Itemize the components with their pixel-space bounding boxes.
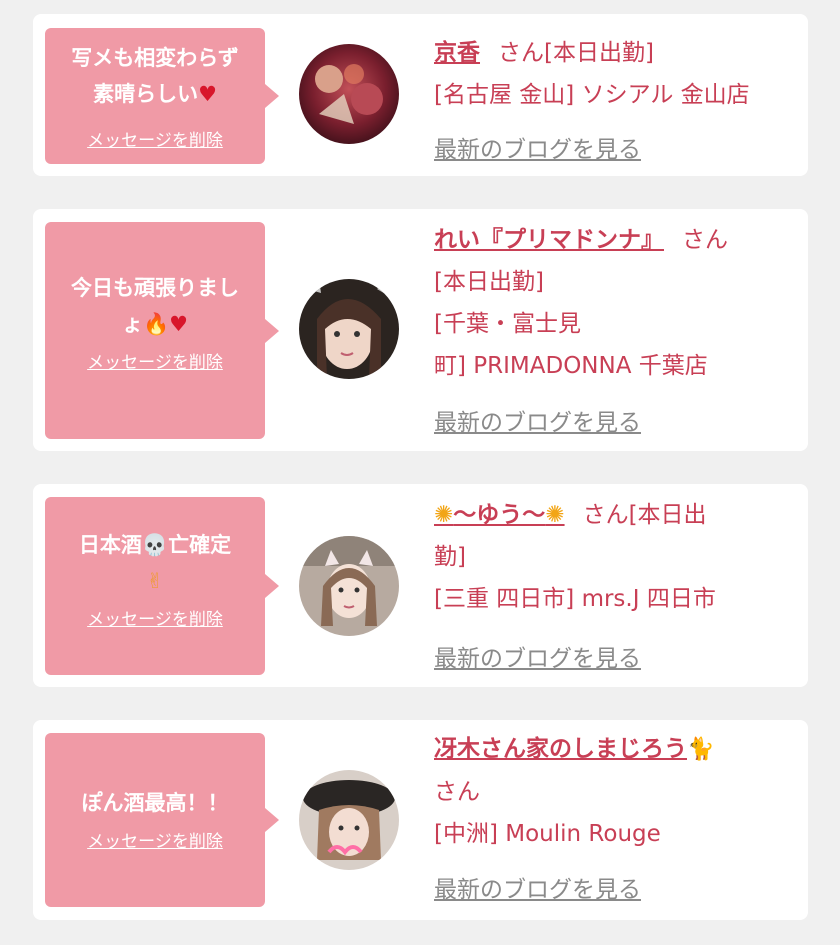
work-status-cont: 勤] [434,544,466,570]
fire-icon: 🔥 [143,312,170,336]
honorific: さん [582,502,629,528]
cast-info: 京香 さん[本日出勤] [名古屋 金山] ソシアル 金山店 [434,32,794,116]
shop-location-line: [千葉・富士見 [434,311,581,337]
delete-message-link[interactable]: メッセージを削除 [87,126,223,151]
shop-location: [三重 四日市] mrs.J 四日市 [434,586,716,612]
favorite-card: 今日も頑張りまし ょ🔥♥ メッセージを削除 れい『プリマドンナ』 さん [本日出勤… [33,209,808,451]
delete-message-link[interactable]: メッセージを削除 [87,827,223,852]
heart-icon: ♥ [169,312,188,336]
work-status: [本日出 [628,502,707,528]
favorite-card: 日本酒💀亡確定 ✌ メッセージを削除 ✺〜ゆう〜✺ さん[本日出 勤] [三重 … [33,484,808,687]
work-status: [本日出勤] [434,269,544,295]
message-line: ょ [122,312,143,336]
black-cat-icon: 🐈 [687,737,715,762]
shop-location: [中洲] Moulin Rouge [434,821,661,847]
avatar[interactable] [299,770,399,870]
shop-location: [名古屋 金山] ソシアル 金山店 [434,82,750,108]
heart-icon: ♥ [198,82,217,106]
sunflower-icon: ✺ [434,502,454,528]
skull-icon: 💀 [141,533,169,557]
favorite-card: ぽん酒最高！！ メッセージを削除 冴木さん家のしまじろう🐈 さん [中洲] Mo… [33,720,808,920]
message-text: 今日も頑張りまし ょ🔥♥ [53,270,257,342]
sunflower-icon: ✺ [545,502,565,528]
honorific: さん [498,40,544,66]
cast-name-link[interactable]: 京香 [434,40,480,66]
message-bubble: 日本酒💀亡確定 ✌ メッセージを削除 [45,497,279,675]
cast-info: 冴木さん家のしまじろう🐈 さん [中洲] Moulin Rouge [434,728,794,855]
cast-info: れい『プリマドンナ』 さん [本日出勤] [千葉・富士見 町] PRIMADONN… [434,219,794,387]
cast-name-link[interactable]: 冴木さん家のしまじろう [434,736,687,762]
message-line: 写メも相変わらず [71,46,239,70]
honorific: さん [682,227,728,253]
message-text: 写メも相変わらず 素晴らしい♥ [53,40,257,112]
message-line: 日本酒 [78,533,142,557]
cast-name-link[interactable]: れい『プリマドンナ』 [434,227,664,253]
avatar[interactable] [299,44,399,144]
honorific: さん [434,779,480,805]
latest-blog-link[interactable]: 最新のブログを見る [434,870,641,904]
latest-blog-link[interactable]: 最新のブログを見る [434,130,641,164]
message-bubble: 今日も頑張りまし ょ🔥♥ メッセージを削除 [45,222,279,439]
message-text: ぽん酒最高！！ [81,791,229,815]
message-bubble: 写メも相変わらず 素晴らしい♥ メッセージを削除 [45,28,279,164]
cast-info: ✺〜ゆう〜✺ さん[本日出 勤] [三重 四日市] mrs.J 四日市 [434,494,794,620]
message-line: 亡確定 [168,533,232,557]
avatar[interactable] [299,536,399,636]
message-line: 素晴らしい [93,82,199,106]
cast-name-link[interactable]: ✺〜ゆう〜✺ [434,502,565,528]
work-status: [本日出勤] [544,40,654,66]
avatar[interactable] [299,279,399,379]
cast-name-text: 〜ゆう〜 [453,502,546,528]
shop-location-line: 町] PRIMADONNA 千葉店 [434,353,708,379]
delete-message-link[interactable]: メッセージを削除 [87,348,223,373]
message-line: 今日も頑張りまし [71,276,239,300]
favorites-list: 写メも相変わらず 素晴らしい♥ メッセージを削除 京香 さん[本日出勤] [名古屋… [0,0,840,945]
delete-message-link[interactable]: メッセージを削除 [87,605,223,630]
message-bubble: ぽん酒最高！！ メッセージを削除 [45,733,279,907]
message-text: 日本酒💀亡確定 ✌ [53,527,257,599]
favorite-card: 写メも相変わらず 素晴らしい♥ メッセージを削除 京香 さん[本日出勤] [名古屋… [33,14,808,176]
latest-blog-link[interactable]: 最新のブログを見る [434,403,641,437]
peace-hand-icon: ✌ [146,569,164,593]
latest-blog-link[interactable]: 最新のブログを見る [434,639,641,673]
